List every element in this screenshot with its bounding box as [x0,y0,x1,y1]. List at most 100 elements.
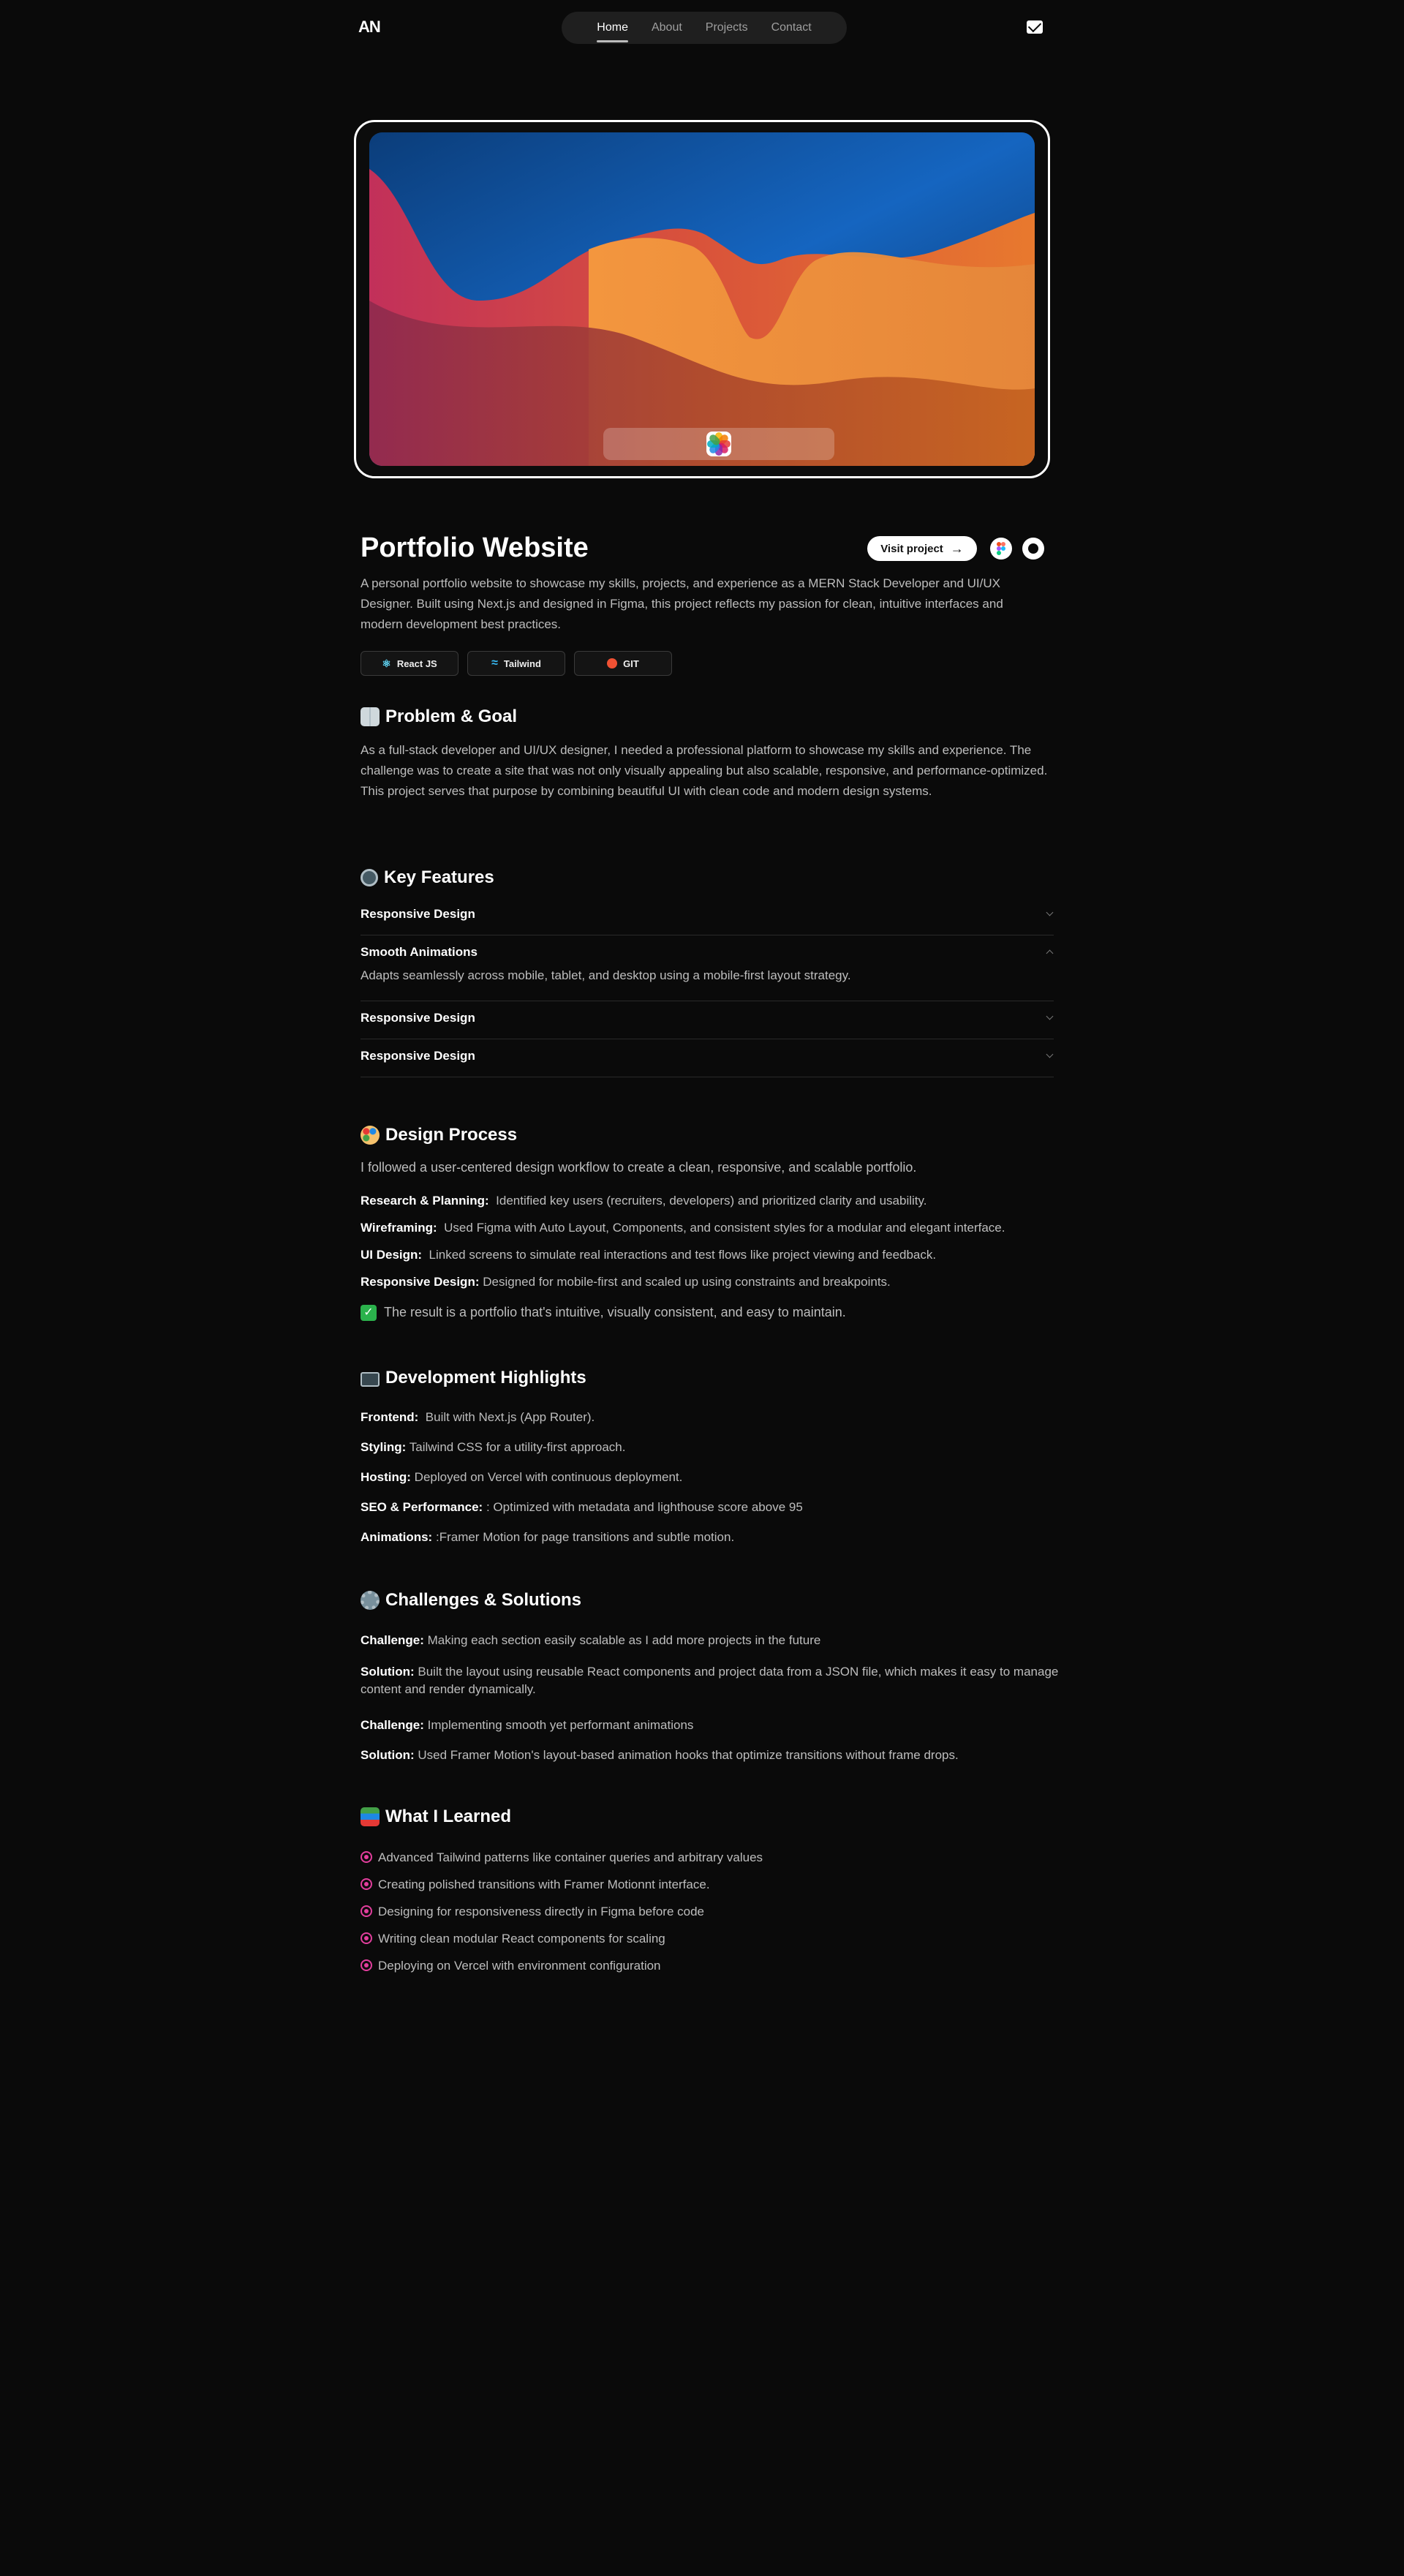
feature-title: Responsive Design [361,907,475,921]
nav-home[interactable]: Home [597,21,628,42]
design-step: Wireframing: Used Figma with Auto Layout… [361,1221,1005,1235]
dev-label: Hosting: [361,1470,411,1484]
challenge-label: Challenge: [361,1633,424,1647]
mail-icon[interactable] [1027,20,1043,34]
dev-text: Built with Next.js (App Router). [425,1410,595,1424]
feature-accordion-item[interactable]: Responsive Design [361,1011,1054,1039]
learned-text: Advanced Tailwind patterns like containe… [378,1850,763,1864]
challenges-heading: Challenges & Solutions [361,1590,581,1611]
tag-react: ⚛ React JS [361,651,458,676]
learned-item: Designing for responsiveness directly in… [361,1905,704,1919]
tag-tailwind-label: Tailwind [503,658,541,669]
challenge-label: Challenge: [361,1718,424,1732]
design-step: UI Design: Linked screens to simulate re… [361,1248,936,1262]
dev-label: Frontend: [361,1410,419,1424]
site-logo[interactable]: AN [358,18,381,37]
dev-heading: Development Highlights [361,1368,586,1388]
tag-git-label: GIT [623,658,639,669]
learned-item: Deploying on Vercel with environment con… [361,1959,661,1973]
challenges-heading-text: Challenges & Solutions [385,1590,582,1610]
solution-item: Solution: Built the layout using reusabl… [361,1663,1092,1698]
solution-label: Solution: [361,1748,415,1762]
arrow-right-icon: → [950,541,964,556]
learned-text: Designing for responsiveness directly in… [378,1905,705,1918]
nav-contact[interactable]: Contact [771,21,812,34]
learned-text: Writing clean modular React components f… [378,1932,665,1946]
design-result: ✓ The result is a portfolio that's intuit… [361,1305,846,1322]
feature-title: Smooth Animations [361,945,478,959]
tag-git: GIT [574,651,672,676]
solution-item: Solution: Used Framer Motion's layout-ba… [361,1748,959,1763]
bullet-icon [361,1959,372,1971]
magnifier-icon [361,869,378,886]
step-label: Responsive Design: [361,1275,480,1289]
chevron-down-icon [1046,1012,1054,1020]
step-text: Designed for mobile-first and scaled up … [483,1275,891,1289]
check-icon: ✓ [361,1305,377,1322]
books-icon [361,1807,380,1826]
bullet-icon [361,1850,372,1863]
tag-tailwind: ≈ Tailwind [467,651,565,676]
project-preview-image [369,132,1035,466]
design-heading: Design Process [361,1125,517,1145]
visit-project-label: Visit project [880,542,943,555]
design-result-text: The result is a portfolio that's intuiti… [384,1305,846,1319]
nav-projects[interactable]: Projects [706,21,748,34]
dev-text: Deployed on Vercel with continuous deplo… [414,1470,683,1484]
challenge-item: Challenge: Making each section easily sc… [361,1633,820,1648]
dev-item: Animations: :Framer Motion for page tran… [361,1530,734,1545]
react-icon: ⚛ [382,657,391,669]
feature-accordion-item[interactable]: Smooth Animations Adapts seamlessly acro… [361,945,1054,1001]
dev-label: Styling: [361,1440,407,1454]
photos-app-icon [706,432,731,456]
bullet-icon [361,1905,372,1917]
learned-heading: What I Learned [361,1807,511,1827]
dev-text: :Framer Motion for page transitions and … [435,1530,735,1544]
feature-accordion-item[interactable]: Responsive Design [361,1049,1054,1077]
dev-item: Styling: Tailwind CSS for a utility-firs… [361,1440,626,1455]
project-preview-frame [354,120,1050,478]
solution-text: Built the layout using reusable React co… [361,1665,1059,1696]
learned-item: Advanced Tailwind patterns like containe… [361,1850,763,1865]
gear-icon [361,1591,380,1610]
palette-icon [361,1126,380,1145]
step-text: Used Figma with Auto Layout, Components,… [444,1221,1005,1235]
step-label: UI Design: [361,1248,423,1262]
learned-text: Creating polished transitions with Frame… [378,1878,710,1891]
problem-text: As a full-stack developer and UI/UX desi… [361,743,1048,798]
design-intro: I followed a user-centered design workfl… [361,1160,917,1175]
chevron-down-icon [1046,1050,1054,1058]
challenge-text: Implementing smooth yet performant anima… [427,1718,694,1732]
feature-body: Adapts seamlessly across mobile, tablet,… [361,968,851,982]
design-step: Responsive Design: Designed for mobile-f… [361,1275,891,1289]
book-icon [361,707,380,726]
github-link-icon[interactable] [1022,538,1044,560]
dev-item: SEO & Performance: : Optimized with meta… [361,1500,803,1515]
chevron-up-icon [1046,949,1054,957]
dev-heading-text: Development Highlights [385,1368,586,1387]
tag-react-label: React JS [396,658,437,669]
nav-about[interactable]: About [652,21,682,34]
dev-text: : Optimized with metadata and lighthouse… [486,1500,803,1514]
dev-item: Hosting: Deployed on Vercel with continu… [361,1470,682,1485]
feature-accordion-item[interactable]: Responsive Design [361,907,1054,935]
problem-heading-text: Problem & Goal [385,707,518,726]
laptop-icon [361,1372,380,1387]
learned-item: Writing clean modular React components f… [361,1932,665,1946]
project-title: Portfolio Website [361,532,589,563]
main-nav: Home About Projects Contact [562,12,847,44]
figma-link-icon[interactable] [990,538,1012,560]
dev-text: Tailwind CSS for a utility-first approac… [409,1440,626,1454]
step-text: Linked screens to simulate real interact… [429,1248,937,1262]
features-heading: Key Features [361,867,494,888]
git-icon [607,658,618,669]
bullet-icon [361,1878,372,1890]
feature-title: Responsive Design [361,1049,475,1063]
step-text: Identified key users (recruiters, develo… [496,1194,927,1208]
learned-item: Creating polished transitions with Frame… [361,1878,710,1892]
learned-heading-text: What I Learned [385,1807,512,1826]
visit-project-button[interactable]: Visit project → [867,536,977,561]
dev-item: Frontend: Built with Next.js (App Router… [361,1410,595,1425]
problem-heading: Problem & Goal [361,707,517,727]
bullet-icon [361,1932,372,1944]
